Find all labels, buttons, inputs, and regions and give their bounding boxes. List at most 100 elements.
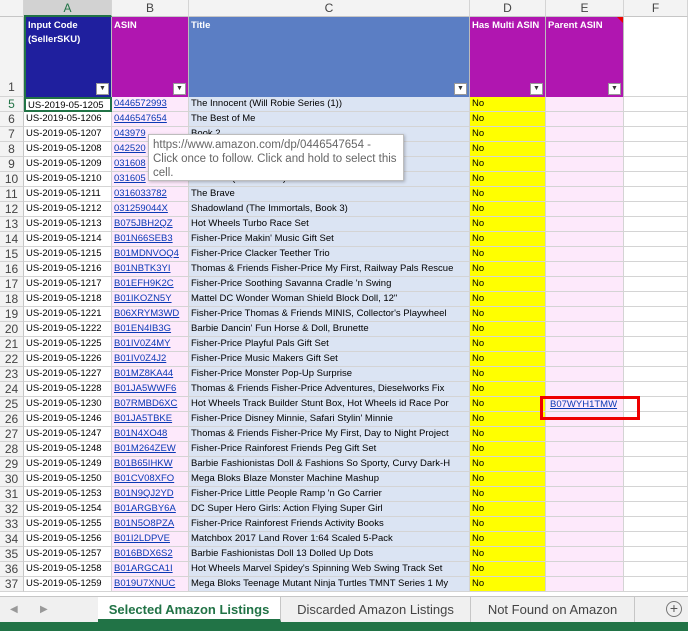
filter-dropdown-icon[interactable]: ▼ (530, 83, 543, 95)
asin-link[interactable]: B01JA5TBKE (114, 413, 172, 424)
asin-link[interactable]: B01CV08XFO (114, 473, 174, 484)
cell-title[interactable]: Hot Wheels Track Builder Stunt Box, Hot … (189, 397, 470, 412)
cell-parent-asin[interactable] (546, 187, 624, 202)
filter-dropdown-icon[interactable]: ▼ (96, 83, 109, 95)
cell-has-multi-asin[interactable]: No (470, 457, 546, 472)
cell-parent-asin[interactable] (546, 232, 624, 247)
row-header[interactable]: 27 (0, 427, 24, 442)
cell-has-multi-asin[interactable]: No (470, 442, 546, 457)
cell-title[interactable]: Fisher-Price Soothing Savanna Cradle 'n … (189, 277, 470, 292)
cell-asin[interactable]: 0446547654 (112, 112, 189, 127)
cell-empty[interactable] (624, 232, 688, 247)
row-header[interactable]: 25 (0, 397, 24, 412)
cell-title[interactable]: Fisher-Price Thomas & Friends MINIS, Col… (189, 307, 470, 322)
cell-title[interactable]: Fisher-Price Music Makers Gift Set (189, 352, 470, 367)
cell-input-code[interactable]: US-2019-05-1207 (24, 127, 112, 142)
cell-title[interactable]: Thomas & Friends Fisher-Price Adventures… (189, 382, 470, 397)
cell-has-multi-asin[interactable]: No (470, 322, 546, 337)
cell-input-code[interactable]: US-2019-05-1221 (24, 307, 112, 322)
cell-title[interactable]: Mega Bloks Blaze Monster Machine Mashup (189, 472, 470, 487)
cell-empty[interactable] (624, 157, 688, 172)
cell-title[interactable]: The Best of Me (189, 112, 470, 127)
asin-link[interactable]: B01IV0Z4MY (114, 338, 171, 349)
asin-link[interactable]: B01B65IHKW (114, 458, 173, 469)
asin-link[interactable]: B01MDNVOQ4 (114, 248, 179, 259)
row-header[interactable]: 15 (0, 247, 24, 262)
row-header[interactable]: 33 (0, 517, 24, 532)
row-header[interactable]: 10 (0, 172, 24, 187)
cell-title[interactable]: Mega Bloks Teenage Mutant Ninja Turtles … (189, 577, 470, 592)
cell-title[interactable]: Fisher-Price Monster Pop-Up Surprise (189, 367, 470, 382)
row-header[interactable]: 31 (0, 487, 24, 502)
cell-title[interactable]: Barbie Fashionistas Doll & Fashions So S… (189, 457, 470, 472)
cell-asin[interactable]: B01N66SEB3 (112, 232, 189, 247)
cell-empty[interactable] (624, 382, 688, 397)
cell-parent-asin[interactable] (546, 277, 624, 292)
row-header[interactable]: 32 (0, 502, 24, 517)
cell-title[interactable]: DC Super Hero Girls: Action Flying Super… (189, 502, 470, 517)
header-empty-f[interactable] (624, 17, 688, 97)
cell-asin[interactable]: B01B65IHKW (112, 457, 189, 472)
cell-has-multi-asin[interactable]: No (470, 487, 546, 502)
cell-parent-asin[interactable] (546, 172, 624, 187)
cell-empty[interactable] (624, 457, 688, 472)
cell-parent-asin[interactable] (546, 367, 624, 382)
cell-has-multi-asin[interactable]: No (470, 307, 546, 322)
asin-link[interactable]: B01N5O8PZA (114, 518, 174, 529)
cell-asin[interactable]: B01N5O8PZA (112, 517, 189, 532)
cell-has-multi-asin[interactable]: No (470, 547, 546, 562)
cell-has-multi-asin[interactable]: No (470, 142, 546, 157)
cell-parent-asin[interactable] (546, 157, 624, 172)
cell-input-code[interactable]: US-2019-05-1227 (24, 367, 112, 382)
cell-asin[interactable]: B01ARGCA1I (112, 562, 189, 577)
cell-parent-asin[interactable] (546, 472, 624, 487)
cell-asin[interactable]: B016BDX6S2 (112, 547, 189, 562)
row-header[interactable]: 29 (0, 457, 24, 472)
asin-link[interactable]: 031605 (114, 173, 146, 184)
cell-input-code[interactable]: US-2019-05-1249 (24, 457, 112, 472)
asin-link[interactable]: B01NBTK3YI (114, 263, 171, 274)
cell-title[interactable]: Thomas & Friends Fisher-Price My First, … (189, 262, 470, 277)
cell-parent-asin[interactable] (546, 142, 624, 157)
cell-input-code[interactable]: US-2019-05-1205 (24, 97, 112, 112)
asin-link[interactable]: B06XRYM3WD (114, 308, 179, 319)
cell-parent-asin[interactable] (546, 562, 624, 577)
cell-parent-asin[interactable] (546, 127, 624, 142)
cell-input-code[interactable]: US-2019-05-1248 (24, 442, 112, 457)
asin-link[interactable]: 0446572993 (114, 98, 167, 109)
row-header[interactable]: 17 (0, 277, 24, 292)
cell-has-multi-asin[interactable]: No (470, 262, 546, 277)
cell-has-multi-asin[interactable]: No (470, 382, 546, 397)
cell-input-code[interactable]: US-2019-05-1225 (24, 337, 112, 352)
cell-input-code[interactable]: US-2019-05-1247 (24, 427, 112, 442)
cell-input-code[interactable]: US-2019-05-1254 (24, 502, 112, 517)
cell-title[interactable]: Fisher-Price Rainforest Friends Peg Gift… (189, 442, 470, 457)
cell-asin[interactable]: B019U7XNUC (112, 577, 189, 592)
cell-asin[interactable]: B01IV0Z4J2 (112, 352, 189, 367)
asin-link[interactable]: 031259044X (114, 203, 168, 214)
cell-has-multi-asin[interactable]: No (470, 352, 546, 367)
cell-empty[interactable] (624, 262, 688, 277)
cell-title[interactable]: The Innocent (Will Robie Series (1)) (189, 97, 470, 112)
cell-title[interactable]: Fisher-Price Disney Minnie, Safari Styli… (189, 412, 470, 427)
cell-title[interactable]: Barbie Fashionistas Doll 13 Dolled Up Do… (189, 547, 470, 562)
cell-has-multi-asin[interactable]: No (470, 157, 546, 172)
cell-title[interactable]: Barbie Dancin' Fun Horse & Doll, Brunett… (189, 322, 470, 337)
row-header[interactable]: 28 (0, 442, 24, 457)
cell-empty[interactable] (624, 337, 688, 352)
cell-title[interactable]: Fisher-Price Makin' Music Gift Set (189, 232, 470, 247)
cell-title[interactable]: Matchbox 2017 Land Rover 1:64 Scaled 5-P… (189, 532, 470, 547)
asin-link[interactable]: B01EN4IB3G (114, 323, 171, 334)
cell-has-multi-asin[interactable]: No (470, 292, 546, 307)
row-header[interactable]: 11 (0, 187, 24, 202)
cell-input-code[interactable]: US-2019-05-1211 (24, 187, 112, 202)
cell-has-multi-asin[interactable]: No (470, 427, 546, 442)
row-header[interactable]: 7 (0, 127, 24, 142)
cell-empty[interactable] (624, 247, 688, 262)
tab-selected-amazon-listings[interactable]: Selected Amazon Listings (98, 597, 281, 622)
cell-parent-asin[interactable] (546, 352, 624, 367)
cell-input-code[interactable]: US-2019-05-1250 (24, 472, 112, 487)
cell-has-multi-asin[interactable]: No (470, 337, 546, 352)
cell-parent-asin[interactable] (546, 382, 624, 397)
cell-asin[interactable]: B075JBH2QZ (112, 217, 189, 232)
